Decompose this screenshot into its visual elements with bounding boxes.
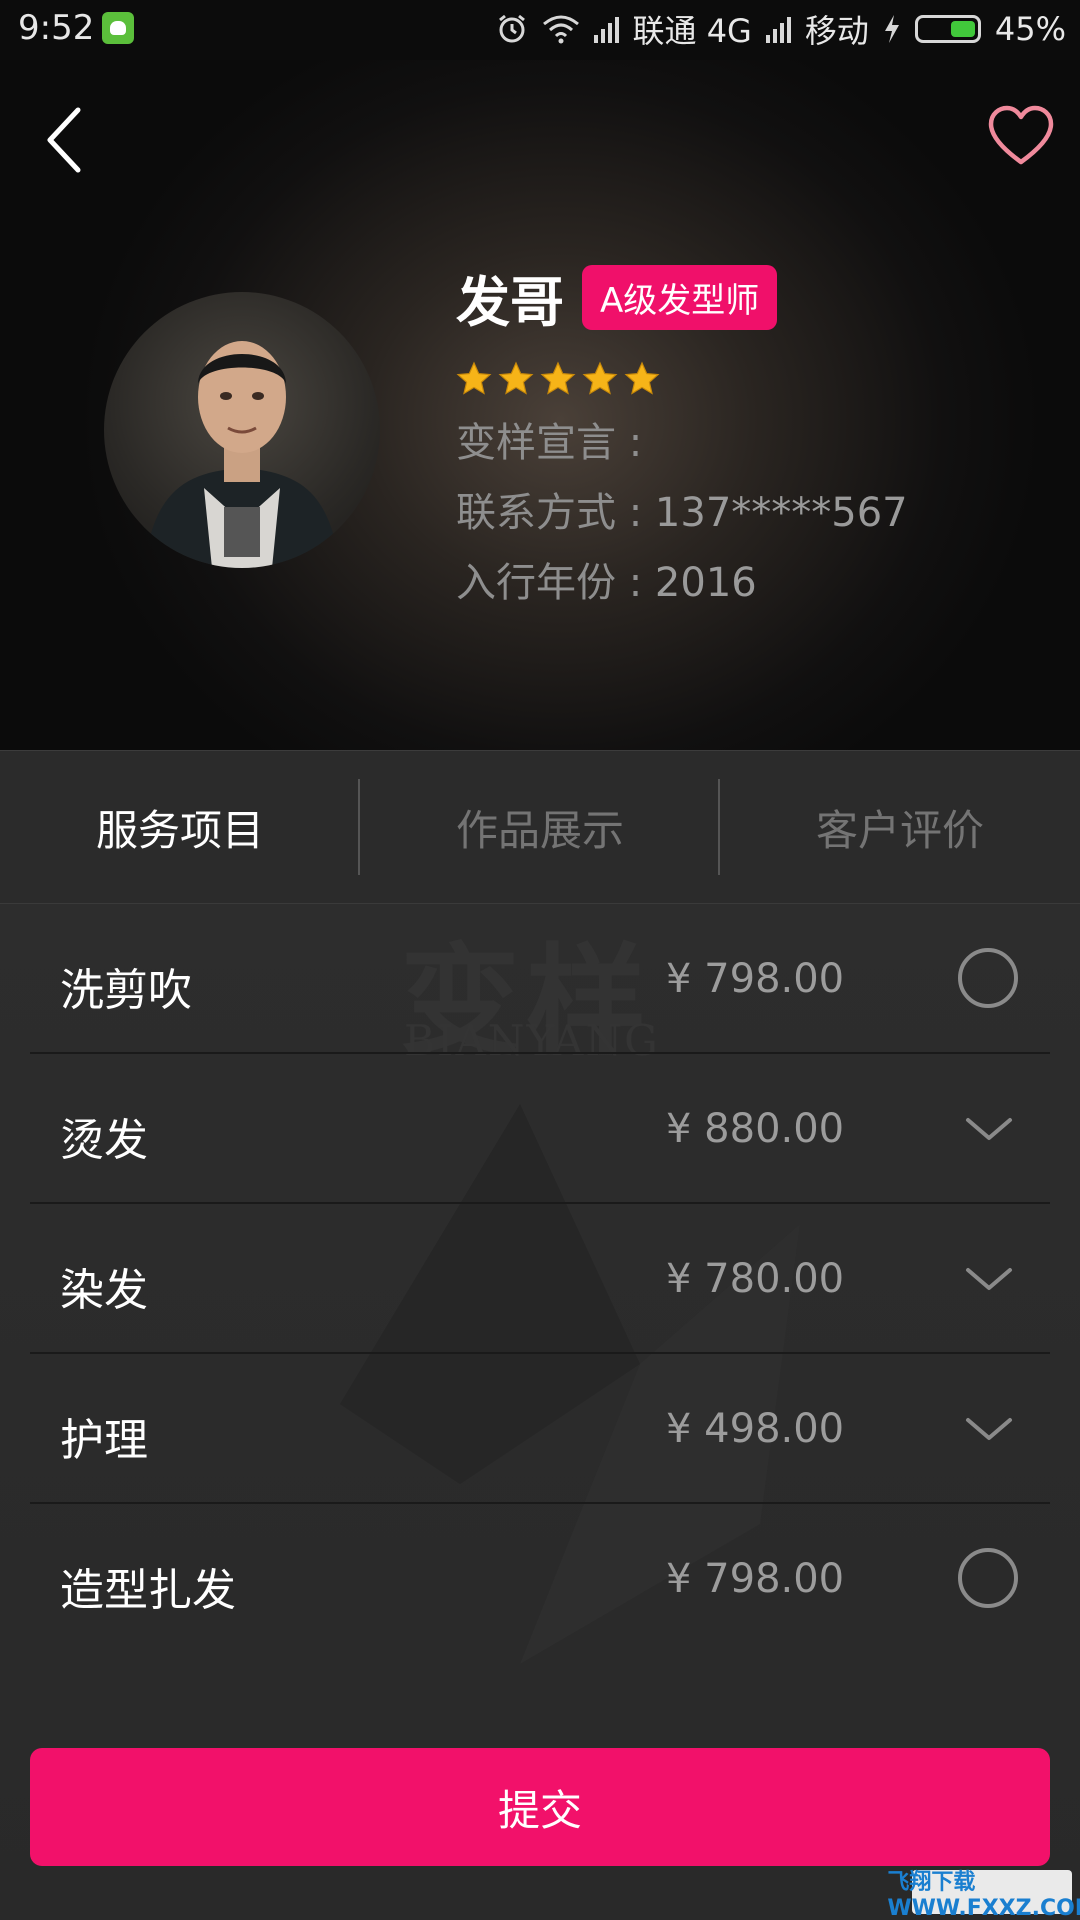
battery-fill	[950, 21, 975, 37]
tab-services[interactable]: 服务项目	[0, 751, 360, 903]
carrier-1: 联通 4G	[632, 12, 752, 50]
back-arrow-icon	[47, 107, 81, 173]
service-price: ¥ 798.00	[666, 956, 845, 1002]
service-row[interactable]: 护理 ¥ 498.00	[30, 1354, 1050, 1504]
avatar	[104, 292, 380, 568]
service-list: 洗剪吹 ¥ 798.00 烫发 ¥ 880.00 染发 ¥ 780.00 护理	[30, 904, 1050, 1654]
rating-stars	[456, 361, 1056, 397]
tab-label: 客户评价	[815, 805, 984, 855]
wifi-icon	[542, 15, 579, 44]
select-radio[interactable]	[958, 948, 1020, 1010]
declaration-line: 变样宣言 :	[456, 419, 1056, 467]
alarm-icon	[498, 14, 525, 43]
service-name: 烫发	[60, 1115, 148, 1166]
charging-icon	[884, 15, 899, 43]
profile-header: 发哥 A级发型师 变样宣言 : 联系方式 : 137*****567 入行年份 …	[0, 60, 1080, 750]
tab-bar: 服务项目 作品展示 客户评价	[0, 750, 1080, 905]
year-value: 2016	[654, 560, 757, 606]
signal-icon	[765, 15, 791, 43]
year-line: 入行年份 : 2016	[456, 559, 1056, 607]
service-row[interactable]: 烫发 ¥ 880.00	[30, 1054, 1050, 1204]
contact-value: 137*****567	[654, 490, 908, 536]
service-row[interactable]: 洗剪吹 ¥ 798.00	[30, 904, 1050, 1054]
expand-button[interactable]	[958, 1248, 1020, 1310]
submit-button[interactable]: 提交	[30, 1748, 1050, 1866]
app-notification-icon	[102, 12, 134, 44]
service-price: ¥ 880.00	[666, 1106, 845, 1152]
radio-circle-icon	[958, 1548, 1018, 1608]
star-icon	[456, 361, 492, 395]
expand-button[interactable]	[958, 1398, 1020, 1460]
service-name: 洗剪吹	[60, 965, 192, 1016]
level-badge: A级发型师	[582, 265, 778, 330]
star-icon	[498, 361, 534, 395]
battery-percent: 45%	[994, 10, 1066, 48]
back-button[interactable]	[36, 100, 96, 180]
heart-icon	[988, 105, 1054, 165]
status-bar: 9:52 联通 4G 移动 45%	[0, 0, 1080, 60]
signal-icon	[593, 15, 619, 43]
carrier-2: 移动	[804, 12, 869, 50]
chevron-down-icon	[966, 1268, 1012, 1290]
favorite-button[interactable]	[986, 102, 1056, 172]
tab-reviews[interactable]: 客户评价	[720, 751, 1080, 903]
service-price: ¥ 498.00	[666, 1406, 845, 1452]
service-name: 造型扎发	[60, 1565, 236, 1616]
watermark-logo: 飞翔下载 WWW.FXXZ.COM	[887, 1869, 1080, 1920]
contact-line: 联系方式 : 137*****567	[456, 489, 1056, 537]
service-name: 护理	[60, 1415, 148, 1466]
chevron-down-icon	[966, 1118, 1012, 1140]
status-time: 9:52	[18, 8, 95, 48]
contact-label: 联系方式 :	[456, 490, 643, 536]
tab-portfolio[interactable]: 作品展示	[360, 751, 720, 903]
year-label: 入行年份 :	[456, 560, 643, 606]
screen: 9:52 联通 4G 移动 45% 发哥 A级发型师 变样宣言: 联系方式:…	[0, 0, 1080, 1920]
star-icon	[540, 361, 576, 395]
chevron-down-icon	[966, 1418, 1012, 1440]
service-price: ¥ 780.00	[666, 1256, 845, 1302]
select-radio[interactable]	[958, 1548, 1020, 1610]
radio-circle-icon	[958, 948, 1018, 1008]
tab-label: 作品展示	[455, 805, 624, 855]
service-name: 染发	[60, 1265, 148, 1316]
stylist-name: 发哥	[456, 271, 564, 334]
declaration-label: 变样宣言 :	[456, 420, 643, 466]
name-row: 发哥 A级发型师	[456, 258, 1056, 337]
avatar-portrait	[144, 341, 340, 568]
tab-label: 服务项目	[95, 805, 264, 855]
profile-info: 发哥 A级发型师 变样宣言 : 联系方式 : 137*****567 入行年份 …	[456, 258, 1056, 607]
expand-button[interactable]	[958, 1098, 1020, 1160]
star-icon	[582, 361, 618, 395]
battery-icon	[914, 15, 981, 43]
service-row[interactable]: 染发 ¥ 780.00	[30, 1204, 1050, 1354]
service-row[interactable]: 造型扎发 ¥ 798.00	[30, 1504, 1050, 1654]
status-indicators: 联通 4G 移动 45%	[496, 6, 1066, 52]
star-icon	[624, 361, 660, 395]
service-price: ¥ 798.00	[666, 1556, 845, 1602]
